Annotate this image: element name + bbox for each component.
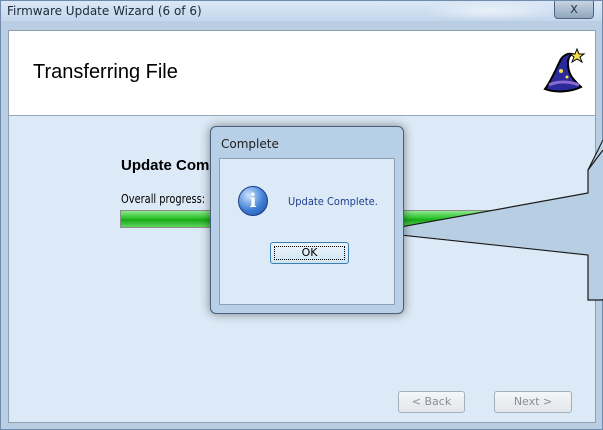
page-title: Transferring File	[33, 61, 178, 83]
dialog-title: Complete	[221, 137, 279, 151]
wizard-hat-icon	[543, 47, 586, 93]
dialog-message: Update Complete.	[288, 195, 378, 208]
ok-button[interactable]: OK	[270, 242, 349, 264]
status-heading: Update Comp	[121, 157, 219, 174]
window-title: Firmware Update Wizard (6 of 6)	[7, 4, 202, 18]
titlebar-glow	[421, 1, 561, 21]
wizard-header: Transferring File	[9, 31, 595, 116]
info-icon: i	[238, 186, 268, 216]
complete-dialog: Complete i Update Complete. OK	[210, 126, 404, 314]
focus-rectangle	[274, 246, 345, 260]
close-button[interactable]: X	[554, 1, 594, 19]
next-button[interactable]: Next >	[494, 391, 572, 413]
title-bar[interactable]: Firmware Update Wizard (6 of 6) X	[1, 1, 602, 21]
back-button[interactable]: < Back	[398, 391, 465, 413]
progress-label: Overall progress:	[121, 192, 206, 206]
dialog-client-area: i Update Complete. OK	[219, 158, 395, 305]
